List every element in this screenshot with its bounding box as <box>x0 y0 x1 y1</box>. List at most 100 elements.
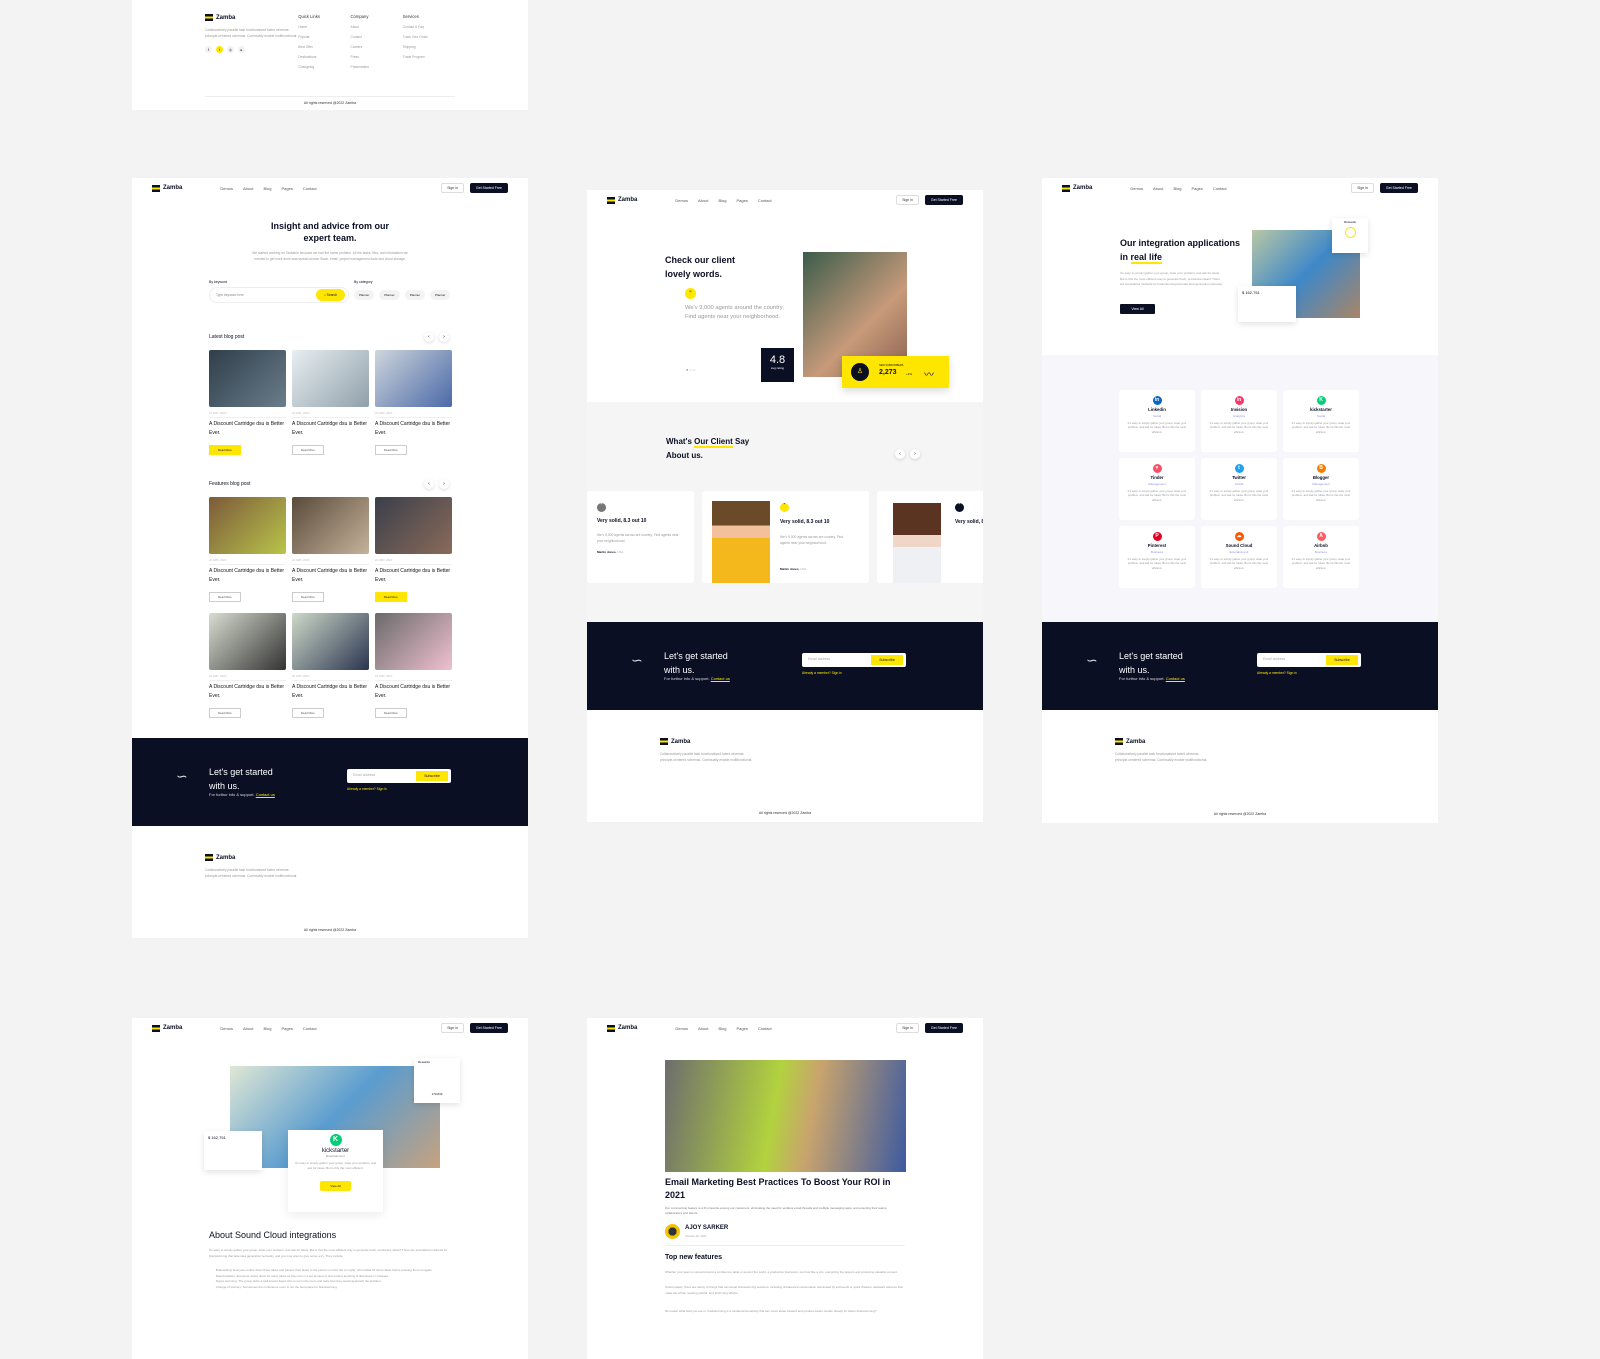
post-title[interactable]: A Discount Cartridge dsu is Better Ever. <box>375 567 452 585</box>
subscribe-button[interactable]: Subscribe <box>871 655 903 665</box>
nav-about[interactable]: About <box>1153 186 1163 191</box>
post-title[interactable]: A Discount Cartridge dsu is Better Ever. <box>209 420 286 438</box>
post-title[interactable]: A Discount Cartridge dsu is Better Ever. <box>292 420 369 438</box>
prev-arrow-icon[interactable]: ‹ <box>424 332 434 342</box>
contact-link[interactable]: Contact us <box>1166 676 1185 681</box>
nav-contact[interactable]: Contact <box>758 198 772 203</box>
nav-contact[interactable]: Contact <box>758 1026 772 1031</box>
email-input[interactable]: Email address Subscribe <box>802 653 906 667</box>
nav-about[interactable]: About <box>698 198 708 203</box>
footer-logo[interactable]: Zamba <box>205 854 455 861</box>
author-name[interactable]: AJOY SARKER <box>685 1225 728 1231</box>
get-started-button[interactable]: Get Started Free <box>924 195 963 205</box>
blog-card[interactable]: 22 APR, 2020 A Discount Cartridge dsu is… <box>292 613 369 719</box>
category-chip[interactable]: Planner <box>379 290 400 300</box>
footer-logo[interactable]: Zamba <box>1115 738 1365 745</box>
get-started-button[interactable]: Get Started Free <box>1379 183 1418 193</box>
footer-link[interactable]: Presentation <box>351 65 403 69</box>
integration-card[interactable]: K kickstarter Social It's easy to simply… <box>1283 390 1359 452</box>
nav-demos[interactable]: Demos <box>220 1026 233 1031</box>
nav-about[interactable]: About <box>243 1026 253 1031</box>
nav-demos[interactable]: Demos <box>1130 186 1143 191</box>
footer-link[interactable]: Press <box>351 55 403 59</box>
view-all-button[interactable]: View All <box>320 1181 351 1191</box>
read-more-button[interactable]: Read More <box>209 445 241 455</box>
blog-card[interactable]: 22 APR, 2020 A Discount Cartridge dsu is… <box>292 350 369 456</box>
blog-card[interactable]: 22 APR, 2020 A Discount Cartridge dsu is… <box>375 613 452 719</box>
instagram-icon[interactable]: ◎ <box>227 46 234 53</box>
next-arrow-icon[interactable]: › <box>439 479 449 489</box>
post-title[interactable]: A Discount Cartridge dsu is Better Ever. <box>292 683 369 701</box>
read-more-button[interactable]: Read More <box>292 708 324 718</box>
contact-link[interactable]: Contact us <box>256 792 275 797</box>
facebook-icon[interactable]: f <box>205 46 212 53</box>
read-more-button[interactable]: Read More <box>375 592 407 602</box>
footer-link[interactable]: Home <box>298 25 350 29</box>
integration-card[interactable]: B Blogger Management It's easy to simply… <box>1283 458 1359 520</box>
post-title[interactable]: A Discount Cartridge dsu is Better Ever. <box>375 683 452 701</box>
sign-in-button[interactable]: Sign in <box>896 195 919 205</box>
post-title[interactable]: A Discount Cartridge dsu is Better Ever. <box>209 683 286 701</box>
post-title[interactable]: A Discount Cartridge dsu is Better Ever. <box>375 420 452 438</box>
footer-link[interactable]: Changelog <box>298 65 350 69</box>
subscribe-button[interactable]: Subscribe <box>1326 655 1358 665</box>
nav-blog[interactable]: Blog <box>718 198 726 203</box>
footer-link[interactable]: Careers <box>351 45 403 49</box>
blog-card[interactable]: 22 APR, 2020 A Discount Cartridge dsu is… <box>209 613 286 719</box>
sign-in-button[interactable]: Sign in <box>441 1023 464 1033</box>
footer-link[interactable]: Contact <box>351 35 403 39</box>
nav-pages[interactable]: Pages <box>281 1026 292 1031</box>
integration-card[interactable]: A Airbnb Business It's easy to simply ga… <box>1283 526 1359 588</box>
read-more-button[interactable]: Read More <box>375 445 407 455</box>
sign-in-button[interactable]: Sign in <box>896 1023 919 1033</box>
nav-pages[interactable]: Pages <box>1191 186 1202 191</box>
category-chip[interactable]: Planner <box>354 290 375 300</box>
nav-contact[interactable]: Contact <box>303 186 317 191</box>
footer-logo[interactable]: Zamba <box>660 738 910 745</box>
contact-link[interactable]: Contact us <box>711 676 730 681</box>
nav-demos[interactable]: Demos <box>220 186 233 191</box>
read-more-button[interactable]: Read More <box>292 445 324 455</box>
email-input[interactable]: Email address Subscribe <box>1257 653 1361 667</box>
read-more-button[interactable]: Read More <box>209 708 241 718</box>
prev-arrow-icon[interactable]: ‹ <box>895 449 905 459</box>
footer-link[interactable]: About <box>351 25 403 29</box>
footer-logo[interactable]: Zamba <box>205 14 298 21</box>
category-chip[interactable]: Planner <box>430 290 451 300</box>
footer-link[interactable]: Trade Program <box>403 55 455 59</box>
nav-contact[interactable]: Contact <box>1213 186 1227 191</box>
integration-card[interactable]: ☁ Sound Cloud Entertainment It's easy to… <box>1201 526 1277 588</box>
nav-contact[interactable]: Contact <box>303 1026 317 1031</box>
nav-pages[interactable]: Pages <box>281 186 292 191</box>
integration-card[interactable]: t Twitter Social It's easy to simply gat… <box>1201 458 1277 520</box>
search-button[interactable]: ⌕ Search <box>316 289 345 301</box>
nav-demos[interactable]: Demos <box>675 1026 688 1031</box>
get-started-button[interactable]: Get Started Free <box>469 183 508 193</box>
nav-blog[interactable]: Blog <box>718 1026 726 1031</box>
prev-arrow-icon[interactable]: ‹ <box>424 479 434 489</box>
logo[interactable]: Zamba <box>607 196 637 204</box>
nav-blog[interactable]: Blog <box>1173 186 1181 191</box>
post-title[interactable]: A Discount Cartridge dsu is Better Ever. <box>209 567 286 585</box>
post-title[interactable]: A Discount Cartridge dsu is Better Ever. <box>292 567 369 585</box>
blog-card[interactable]: 22 APR, 2020 A Discount Cartridge dsu is… <box>209 350 286 456</box>
nav-about[interactable]: About <box>698 1026 708 1031</box>
footer-link[interactable]: Shipping <box>403 45 455 49</box>
blog-card[interactable]: 22 APR, 2020 A Discount Cartridge dsu is… <box>209 497 286 603</box>
nav-blog[interactable]: Blog <box>263 1026 271 1031</box>
integration-card[interactable]: ♥ Tinder Management It's easy to simply … <box>1119 458 1195 520</box>
read-more-button[interactable]: Read More <box>209 592 241 602</box>
footer-link[interactable]: Destinations <box>298 55 350 59</box>
slider-dots[interactable]: ● ○ ○ <box>686 367 695 372</box>
logo[interactable]: Zamba <box>152 184 182 192</box>
youtube-icon[interactable]: ▸ <box>238 46 245 53</box>
nav-blog[interactable]: Blog <box>263 186 271 191</box>
footer-link[interactable]: Best Offer <box>298 45 350 49</box>
footer-link[interactable]: Track Your Order <box>403 35 455 39</box>
read-more-button[interactable]: Read More <box>375 708 407 718</box>
nav-about[interactable]: About <box>243 186 253 191</box>
integration-card[interactable]: P Pinterest Business It's easy to simply… <box>1119 526 1195 588</box>
nav-demos[interactable]: Demos <box>675 198 688 203</box>
member-link[interactable]: Already a member? Sign in <box>347 787 387 791</box>
member-link[interactable]: Already a member? Sign in <box>1257 671 1297 675</box>
